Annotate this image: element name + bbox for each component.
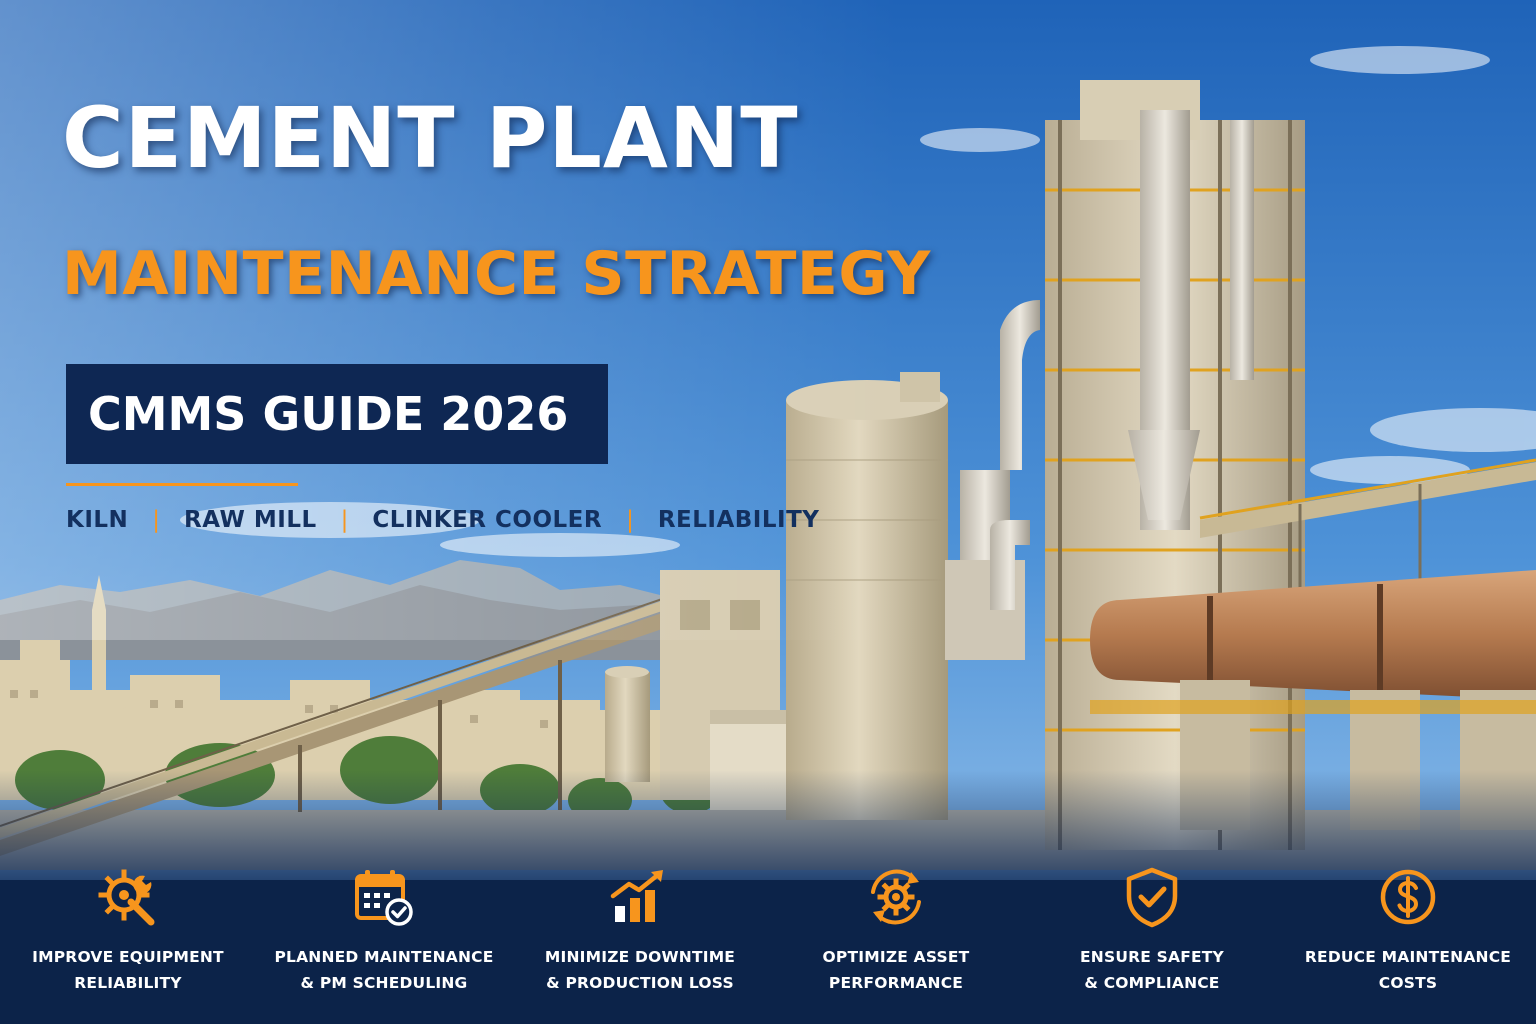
tag-clinker-cooler: CLINKER COOLER [372,507,603,533]
benefit-label: IMPROVE EQUIPMENT RELIABILITY [32,948,224,992]
benefit-label: OPTIMIZE ASSET PERFORMANCE [822,948,970,992]
benefit-label: PLANNED MAINTENANCE & PM SCHEDULING [274,948,494,992]
benefit-downtime: MINIMIZE DOWNTIME & PRODUCTION LOSS [512,856,768,1024]
rising-bar-chart-icon [610,870,663,922]
tag-reliability: RELIABILITY [657,507,820,533]
benefit-reliability: IMPROVE EQUIPMENT RELIABILITY [0,856,256,1024]
accent-divider [66,483,298,486]
benefit-cost: REDUCE MAINTENANCE COSTS [1280,856,1536,1024]
benefit-label: ENSURE SAFETY & COMPLIANCE [1080,948,1224,992]
tag-kiln: KILN [66,507,129,533]
benefit-pm-scheduling: PLANNED MAINTENANCE & PM SCHEDULING [256,856,512,1024]
tag-separator: | [152,507,161,533]
tag-raw-mill: RAW MILL [184,507,317,533]
guide-badge: CMMS GUIDE 2026 [66,364,608,464]
tag-separator: | [340,507,349,533]
calendar-check-icon [355,870,413,926]
benefit-label: REDUCE MAINTENANCE COSTS [1304,948,1512,992]
headline-subtitle: MAINTENANCE STRATEGY [62,239,931,309]
gear-wrench-icon [98,869,155,926]
benefits-bar: IMPROVE EQUIPMENT RELIABILITY PLANNED MA… [0,856,1536,1024]
guide-badge-text: CMMS GUIDE 2026 [88,387,569,441]
benefit-label: MINIMIZE DOWNTIME & PRODUCTION LOSS [544,948,736,992]
benefit-safety: ENSURE SAFETY & COMPLIANCE [1024,856,1280,1024]
gear-cycle-icon [871,869,921,925]
headline-title: CEMENT PLANT [62,89,799,187]
topic-tags: KILN | RAW MILL | CLINKER COOLER | RELIA… [66,507,819,533]
benefit-asset-performance: OPTIMIZE ASSET PERFORMANCE [768,856,1024,1024]
dollar-coin-icon [1380,869,1436,925]
tag-separator: | [626,507,634,533]
shield-check-icon [1126,867,1178,928]
